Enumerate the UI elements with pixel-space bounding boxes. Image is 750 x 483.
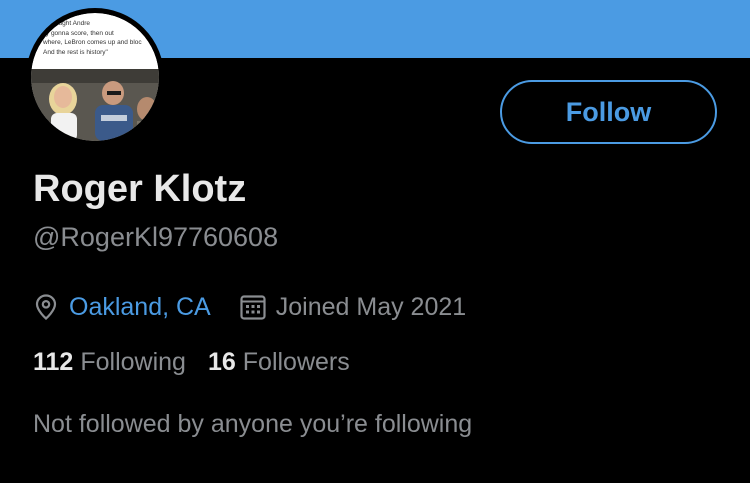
followers-count: 16 <box>207 348 236 376</box>
avatar-caption: is thought Andre lly gonna score, then o… <box>43 19 155 57</box>
followed-by-note: Not followed by anyone you’re following <box>33 410 473 438</box>
user-handle: @RogerKl97760608 <box>33 222 279 252</box>
joined-date: Joined May 2021 <box>275 292 467 321</box>
profile-meta: Oakland, CA Joined May 2021 <box>33 290 466 324</box>
avatar-photo <box>31 69 159 141</box>
avatar[interactable]: is thought Andre lly gonna score, then o… <box>26 8 164 146</box>
follow-button[interactable]: Follow <box>500 80 717 144</box>
avatar-photo-scene <box>31 69 159 141</box>
avatar-caption-line: lly gonna score, then out <box>43 29 114 37</box>
calendar-icon <box>239 293 267 321</box>
following-count: 112 <box>33 348 74 376</box>
followers-link[interactable]: 16 Followers <box>208 348 350 377</box>
following-label: Following <box>80 348 186 376</box>
follow-stats: 112 Following 16 Followers <box>33 348 350 377</box>
avatar-caption-line: And the rest is history" <box>43 48 108 56</box>
avatar-caption-line: is thought Andre <box>43 20 90 27</box>
followers-label: Followers <box>242 348 350 376</box>
avatar-caption-line: where, LeBron comes up and bloc <box>43 39 142 46</box>
following-link[interactable]: 112 Following <box>33 348 186 377</box>
location-link[interactable]: Oakland, CA <box>69 293 211 322</box>
location-pin-icon <box>33 293 59 321</box>
display-name: Roger Klotz <box>33 168 247 210</box>
avatar-image: is thought Andre lly gonna score, then o… <box>31 13 159 141</box>
